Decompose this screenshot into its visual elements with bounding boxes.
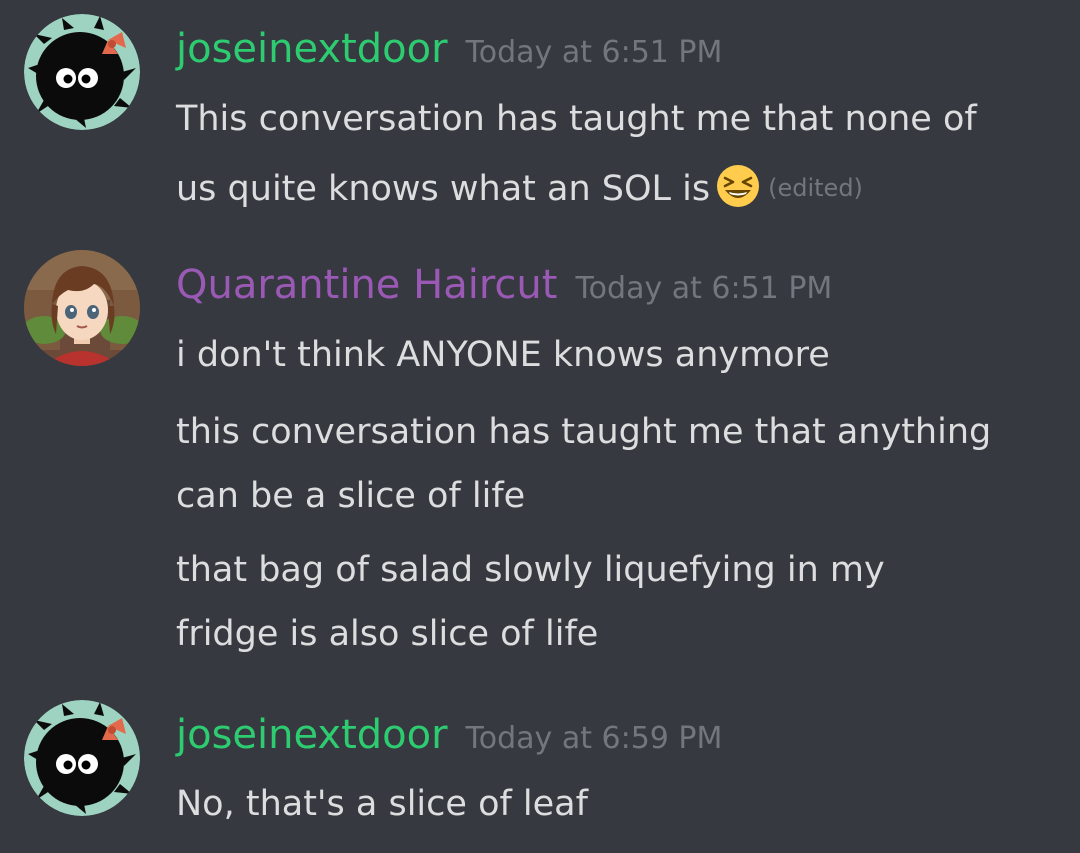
soot-sprite-avatar-icon[interactable]	[24, 14, 140, 130]
laughing-emoji-icon	[716, 164, 760, 208]
message-text: can be a slice of life	[176, 476, 526, 516]
timestamp: Today at 6:51 PM	[575, 271, 833, 306]
message-text: us quite knows what an SOL is	[176, 169, 711, 209]
message-text: that bag of salad slowly liquefying in m…	[176, 550, 885, 590]
username[interactable]: joseinextdoor	[176, 26, 448, 72]
message-line: us quite knows what an SOL is (edited)	[176, 164, 863, 209]
soot-sprite-avatar-icon[interactable]	[24, 700, 140, 816]
message-text: This conversation has taught me that non…	[176, 99, 977, 139]
edited-label: (edited)	[768, 174, 863, 202]
timestamp: Today at 6:59 PM	[465, 721, 723, 756]
username[interactable]: joseinextdoor	[176, 712, 448, 758]
message-text: No, that's a slice of leaf	[176, 784, 588, 824]
timestamp: Today at 6:51 PM	[465, 35, 723, 70]
message-text: this conversation has taught me that any…	[176, 412, 992, 452]
anime-girl-avatar-icon[interactable]	[24, 250, 140, 366]
message-text: i don't think ANYONE knows anymore	[176, 335, 830, 375]
username[interactable]: Quarantine Haircut	[176, 262, 557, 308]
message-text: fridge is also slice of life	[176, 614, 599, 654]
